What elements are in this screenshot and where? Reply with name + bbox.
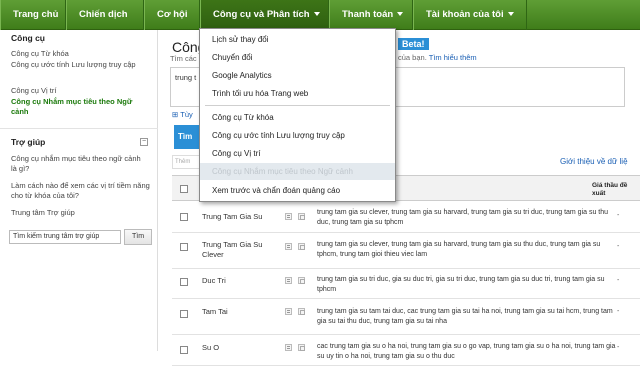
menu-item-keyword-tool[interactable]: Công cụ Từ khóa [200, 109, 395, 126]
list-icon[interactable] [285, 277, 292, 284]
row-bid: - [617, 277, 620, 284]
help-link-what-is[interactable]: Công cụ nhắm mục tiêu theo ngữ cảnh là g… [11, 154, 143, 174]
row-checkbox[interactable] [180, 243, 188, 251]
nav-my-account-label: Tài khoản của tôi [426, 9, 504, 20]
menu-item-ad-preview[interactable]: Xem trước và chẩn đoán quảng cáo [200, 182, 395, 199]
table-row: Trung Tam Gia Su trung tam gia su clever… [172, 202, 640, 233]
options-label: Tùy [180, 110, 193, 119]
page-subtitle: Tìm các [170, 54, 197, 63]
row-bid: - [617, 212, 620, 219]
add-icon[interactable] [298, 308, 305, 315]
col-suggested-bid: Giá thầu đề xuất [592, 182, 628, 197]
search-button[interactable]: Tìm [174, 125, 202, 149]
row-checkbox[interactable] [180, 346, 188, 354]
nav-billing[interactable]: Thanh toán [329, 0, 413, 30]
menu-item-contextual-targeting[interactable]: Công cụ Nhắm mục tiêu theo Ngữ cảnh [200, 163, 395, 180]
menu-item-change-history[interactable]: Lịch sử thay đổi [200, 31, 395, 48]
row-bid: - [617, 308, 620, 315]
about-data-link[interactable]: Giới thiệu về dữ liệ [560, 157, 628, 166]
row-keyword: Su O [202, 343, 220, 352]
sidebar-tools-heading: Công cụ [11, 33, 45, 43]
menu-divider [205, 105, 390, 106]
add-icon[interactable] [298, 243, 305, 250]
row-checkbox[interactable] [180, 310, 188, 318]
sidebar-item-contextual-targeting[interactable]: Công cụ Nhắm mục tiêu theo Ngữ cảnh [11, 97, 146, 117]
nav-home[interactable]: Trang chủ [0, 0, 66, 30]
beta-badge: Beta! [398, 38, 429, 50]
sidebar-item-traffic-estimator[interactable]: Công cụ ước tính Lưu lượng truy cập [11, 60, 151, 70]
row-description: trung tam gia su clever, trung tam gia s… [317, 241, 601, 258]
nav-my-account[interactable]: Tài khoản của tôi [413, 0, 527, 30]
subtitle-right-text: của bạn. [398, 53, 427, 62]
add-icon[interactable] [298, 344, 305, 351]
nav-campaigns[interactable]: Chiến dịch [66, 0, 144, 30]
tools-dropdown-menu: Lịch sử thay đổi Chuyển đổi Google Analy… [199, 28, 396, 202]
nav-tools-analysis-label: Công cụ và Phân tích [213, 9, 310, 20]
row-bid: - [617, 344, 620, 351]
sidebar: Công cụ Công cụ Từ khóa Công cụ ước tính… [0, 30, 158, 351]
nav-home-label: Trang chủ [13, 9, 59, 20]
nav-tools-analysis[interactable]: Công cụ và Phân tích [200, 0, 329, 30]
sidebar-item-placement-tool[interactable]: Công cụ Vị trí [11, 86, 151, 96]
row-checkbox[interactable] [180, 213, 188, 221]
menu-item-conversions[interactable]: Chuyển đổi [200, 49, 395, 66]
row-description: trung tam gia su clever, trung tam gia s… [317, 209, 609, 226]
row-keyword: Trung Tam Gia Su [202, 212, 263, 221]
chevron-down-icon [397, 12, 404, 17]
nav-opportunities[interactable]: Cơ hội [144, 0, 200, 30]
list-icon[interactable] [285, 243, 292, 250]
select-all-checkbox[interactable] [180, 185, 188, 193]
help-link-help-center[interactable]: Trung tâm Trợ giúp [11, 208, 151, 218]
menu-item-traffic-estimator[interactable]: Công cụ ước tính Lưu lượng truy cập [200, 127, 395, 144]
table-row: Tam Tai trung tam gia su tam tai duc, ca… [172, 300, 640, 335]
chevron-down-icon [313, 12, 320, 17]
sidebar-item-keyword-tool[interactable]: Công cụ Từ khóa [11, 49, 151, 59]
menu-item-placement-tool[interactable]: Công cụ Vị trí [200, 145, 395, 162]
options-toggle[interactable]: ⊞ Tùy [172, 110, 193, 119]
subtitle-right: của bạn. Tìm hiểu thêm [398, 53, 477, 62]
row-description: trung tam gia su tam tai duc, cac trung … [317, 308, 613, 325]
query-text: trung t [175, 73, 197, 82]
help-search-input[interactable]: Tìm kiếm trung tâm trợ giúp [9, 230, 121, 244]
collapse-icon[interactable]: − [140, 138, 148, 146]
table-row: Duc Tri trung tam gia su tri duc, gia su… [172, 270, 640, 299]
learn-more-link[interactable]: Tìm hiểu thêm [429, 53, 477, 62]
top-nav: Trang chủ Chiến dịch Cơ hội Công cụ và P… [0, 0, 640, 30]
nav-campaigns-label: Chiến dịch [79, 9, 128, 20]
row-keyword: Duc Tri [202, 276, 226, 285]
sidebar-help-heading: Trợ giúp [11, 137, 46, 147]
row-description: cac trung tam gia su o ha noi, trung tam… [317, 343, 616, 360]
filter-input[interactable]: Thêm [172, 155, 200, 169]
help-link-how-to[interactable]: Làm cách nào để xem các vị trí tiềm năng… [11, 181, 151, 201]
chevron-down-icon [507, 12, 514, 17]
row-keyword: Tam Tai [202, 307, 228, 316]
sidebar-divider [0, 128, 158, 129]
menu-item-website-optimizer[interactable]: Trình tối ưu hóa Trang web [200, 85, 395, 102]
row-keyword: Trung Tam Gia Su Clever [202, 240, 263, 259]
nav-billing-label: Thanh toán [342, 9, 394, 20]
list-icon[interactable] [285, 213, 292, 220]
add-icon[interactable] [298, 213, 305, 220]
add-icon[interactable] [298, 277, 305, 284]
table-row: Trung Tam Gia Su Clever trung tam gia su… [172, 234, 640, 269]
list-icon[interactable] [285, 308, 292, 315]
row-description: trung tam gia su tri duc, gia su duc tri… [317, 276, 605, 293]
nav-opportunities-label: Cơ hội [157, 9, 188, 20]
row-bid: - [617, 243, 620, 250]
help-search-button[interactable]: Tìm [124, 229, 152, 245]
row-checkbox[interactable] [180, 278, 188, 286]
menu-item-google-analytics[interactable]: Google Analytics [200, 67, 395, 84]
table-row: Su O cac trung tam gia su o ha noi, trun… [172, 336, 640, 366]
list-icon[interactable] [285, 344, 292, 351]
